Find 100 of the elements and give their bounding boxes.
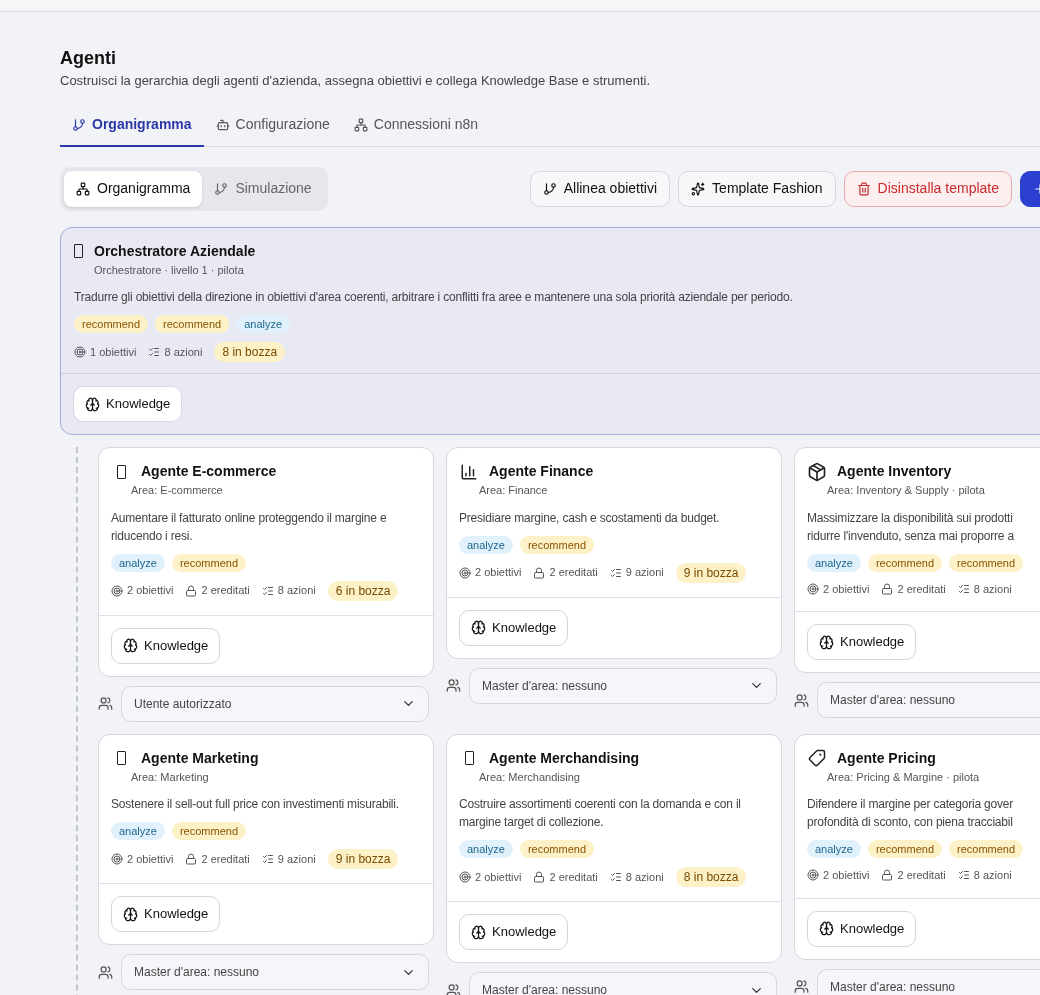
drafts-badge: 8 in bozza xyxy=(214,342,286,362)
objectives-count: 2 obiettivi xyxy=(127,851,174,867)
actions-count: 8 azioni xyxy=(277,583,316,599)
master-select[interactable]: Master d'area: nessuno xyxy=(469,667,777,704)
lock-icon xyxy=(533,566,546,579)
agent-area: Area: Finance xyxy=(479,482,769,499)
users-icon xyxy=(98,696,113,711)
agent-name: Agente Marketing xyxy=(141,748,259,768)
missing-glyph-icon xyxy=(464,751,474,765)
target-icon xyxy=(74,346,86,358)
users-icon xyxy=(98,964,113,980)
inherited-count: 2 ereditati xyxy=(549,565,598,581)
capability-tag: analyze xyxy=(459,840,513,858)
agent-area: Area: Marketing xyxy=(131,768,421,785)
agent-area: Area: Pricing & Margine · pilota xyxy=(827,768,1040,785)
inherited-count: 2 ereditati xyxy=(897,868,946,883)
master-select[interactable]: Master d'area: nessuno xyxy=(817,968,1040,995)
objectives-count: 2 obiettivi xyxy=(823,581,870,597)
agent-area: Area: E-commerce xyxy=(131,482,421,499)
inherited-count: 2 ereditati xyxy=(201,851,250,867)
checklist-icon xyxy=(609,871,622,883)
capability-tag: recommend xyxy=(155,315,230,333)
capability-tag: analyze xyxy=(807,840,861,858)
capability-tag: analyze xyxy=(111,553,165,572)
bar-chart-icon xyxy=(460,462,478,481)
missing-glyph-icon xyxy=(116,464,126,479)
box-icon xyxy=(807,461,827,482)
tab[interactable]: Configurazione xyxy=(203,104,342,147)
tab-icon xyxy=(72,117,86,132)
agent-description: Costruire assortimenti coerenti con la domanda e con il margine target di collezione. xyxy=(459,796,742,831)
master-select[interactable]: Master d'area: nessuno xyxy=(817,682,1040,718)
target-icon xyxy=(111,853,123,865)
actions-count: 8 azioni xyxy=(164,344,203,360)
lock-icon xyxy=(185,584,198,597)
objectives-count: 1 obiettivi xyxy=(90,344,137,360)
knowledge-button[interactable]: Knowledge xyxy=(459,609,569,646)
lock-icon xyxy=(881,869,894,882)
action-button[interactable]: Disinstalla template xyxy=(843,170,1012,207)
tag-icon xyxy=(808,749,826,767)
users-icon xyxy=(794,692,809,708)
drafts-badge: 8 in bozza xyxy=(675,867,747,887)
capability-tag: analyze xyxy=(459,535,513,554)
capability-tag: recommend xyxy=(949,840,1024,858)
view-toggle-option[interactable]: Simulazione xyxy=(202,170,324,207)
objectives-count: 2 obiettivi xyxy=(823,868,870,883)
agent-name: Agente E-commerce xyxy=(141,462,277,481)
inherited-count: 2 ereditati xyxy=(201,583,250,599)
action-button[interactable]: Allinea obiettivi xyxy=(529,170,671,207)
capability-tag: recommend xyxy=(519,840,594,858)
knowledge-button[interactable]: Knowledge xyxy=(111,627,221,664)
knowledge-button[interactable]: Knowledge xyxy=(73,386,183,422)
target-icon xyxy=(807,582,819,595)
actions-count: 9 azioni xyxy=(277,851,316,867)
users-icon xyxy=(794,979,809,994)
missing-glyph-icon xyxy=(74,244,83,258)
capability-tag: recommend xyxy=(867,840,942,858)
brain-icon xyxy=(123,638,138,653)
toggle-icon xyxy=(214,181,229,196)
action-button[interactable]: Template Fashion xyxy=(678,170,836,207)
tab-icon xyxy=(215,117,230,132)
agent-name: Agente Inventory xyxy=(837,462,952,481)
tab[interactable]: Organigramma xyxy=(60,104,204,147)
brain-icon xyxy=(471,924,486,940)
agent-description: Tradurre gli obiettivi della direzione in obiettivi d'area coerenti, arbitrare i conflitti fra aree e mantenere una sola priorità aziendale per periodo. xyxy=(74,289,794,306)
brain-icon xyxy=(819,634,834,650)
master-select[interactable]: Utente autorizzato xyxy=(121,685,429,722)
agent-description: Presidiare margine, cash e scostamenti da budget. xyxy=(459,509,721,527)
inherited-count: 2 ereditati xyxy=(549,869,598,885)
agent-name: Agente Finance xyxy=(489,462,594,481)
actions-count: 8 azioni xyxy=(625,869,664,885)
knowledge-button[interactable]: Knowledge xyxy=(459,914,569,950)
objectives-count: 2 obiettivi xyxy=(475,869,522,885)
knowledge-button[interactable]: Knowledge xyxy=(807,910,917,947)
tab[interactable]: Connessioni n8n xyxy=(341,104,491,147)
agent-name: Agente Merchandising xyxy=(489,748,640,768)
capability-tag: recommend xyxy=(519,535,594,554)
capability-tag: analyze xyxy=(236,315,291,333)
agent-description: Aumentare il fatturato online proteggendo il margine e riducendo i resi. xyxy=(111,509,388,545)
lock-icon xyxy=(185,853,198,865)
brain-icon xyxy=(471,620,486,635)
target-icon xyxy=(111,584,123,597)
master-select[interactable]: Master d'area: nessuno xyxy=(469,972,777,995)
agent-description: Massimizzare la disponibilità sui prodotti ridurre l'invenduto, senza mai proporre a xyxy=(807,509,1015,545)
page-subtitle: Costruisci la gerarchia degli agenti d'azienda, assegna obiettivi e collega Knowledge Base e strumenti. xyxy=(60,72,651,90)
checklist-icon xyxy=(957,582,970,595)
target-icon xyxy=(807,869,819,882)
actions-count: 9 azioni xyxy=(625,565,664,581)
capability-tag: recommend xyxy=(171,553,246,572)
capability-tag: recommend xyxy=(171,822,246,840)
master-select[interactable]: Master d'area: nessuno xyxy=(121,954,429,990)
knowledge-button[interactable]: Knowledge xyxy=(807,624,917,660)
objectives-count: 2 obiettivi xyxy=(127,583,174,599)
view-toggle-option[interactable]: Organigramma xyxy=(64,170,203,207)
actions-count: 8 azioni xyxy=(973,581,1012,597)
knowledge-button[interactable]: Knowledge xyxy=(111,896,221,932)
lock-icon xyxy=(533,871,546,883)
checklist-icon xyxy=(609,566,622,579)
branch-icon xyxy=(542,181,557,196)
tab-icon xyxy=(353,117,368,132)
capability-tag: analyze xyxy=(111,822,165,840)
